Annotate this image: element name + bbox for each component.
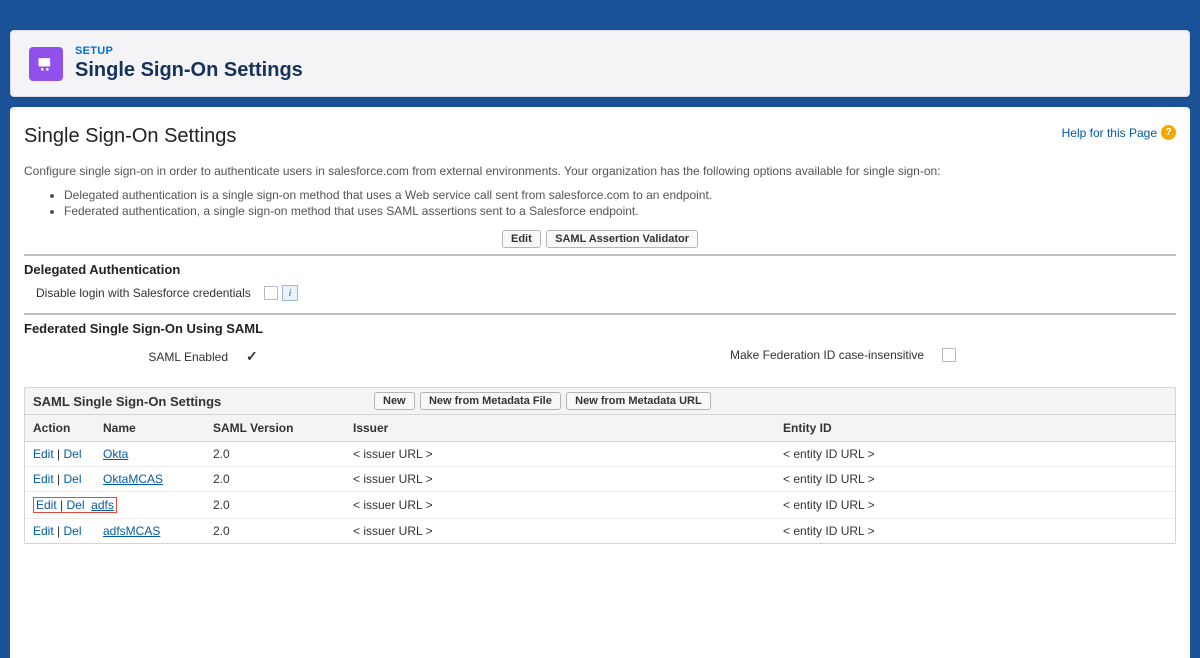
- sso-option-list: Delegated authentication is a single sig…: [64, 188, 1176, 218]
- row-version: 2.0: [205, 519, 345, 544]
- federation-id-checkbox[interactable]: [942, 348, 956, 362]
- new-button[interactable]: New: [374, 392, 415, 410]
- row-version: 2.0: [205, 492, 345, 519]
- page-title: Single Sign-On Settings: [24, 125, 236, 148]
- help-icon: ?: [1161, 125, 1176, 140]
- info-icon[interactable]: i: [282, 285, 298, 301]
- row-edit-link[interactable]: Edit: [33, 447, 54, 461]
- page-description: Configure single sign-on in order to aut…: [24, 164, 1176, 178]
- saml-settings-table: Action Name SAML Version Issuer Entity I…: [25, 414, 1175, 543]
- app-frame: SETUP Single Sign-On Settings Single Sig…: [0, 0, 1200, 658]
- federation-id-label: Make Federation ID case-insensitive: [730, 348, 924, 362]
- row-del-link[interactable]: Del: [63, 472, 81, 486]
- table-row: Edit | DelOkta2.0< issuer URL >< entity …: [25, 442, 1175, 467]
- row-issuer: < issuer URL >: [345, 467, 775, 492]
- col-name: Name: [95, 415, 205, 442]
- saml-settings-title: SAML Single Sign-On Settings: [33, 394, 373, 409]
- edit-button[interactable]: Edit: [502, 230, 541, 248]
- disable-login-label: Disable login with Salesforce credential…: [24, 286, 264, 300]
- row-version: 2.0: [205, 467, 345, 492]
- row-entity: < entity ID URL >: [775, 442, 1175, 467]
- saml-validator-button[interactable]: SAML Assertion Validator: [546, 230, 698, 248]
- table-row: Edit | DeladfsMCAS2.0< issuer URL >< ent…: [25, 519, 1175, 544]
- row-issuer: < issuer URL >: [345, 519, 775, 544]
- col-entity: Entity ID: [775, 415, 1175, 442]
- row-version: 2.0: [205, 442, 345, 467]
- col-issuer: Issuer: [345, 415, 775, 442]
- highlight-box: Edit | Del adfs: [33, 497, 117, 513]
- content-panel: Single Sign-On Settings Help for this Pa…: [10, 107, 1190, 658]
- section-delegated-title: Delegated Authentication: [24, 262, 1176, 277]
- row-name-link[interactable]: OktaMCAS: [103, 472, 163, 486]
- row-edit-link[interactable]: Edit: [33, 472, 54, 486]
- row-edit-link[interactable]: Edit: [36, 498, 57, 512]
- row-edit-link[interactable]: Edit: [33, 524, 54, 538]
- disable-login-checkbox[interactable]: [264, 286, 278, 300]
- setup-icon: [29, 47, 63, 81]
- row-name-link[interactable]: Okta: [103, 447, 128, 461]
- divider: [24, 313, 1176, 315]
- top-button-row: Edit SAML Assertion Validator: [24, 230, 1176, 248]
- page-header-text: SETUP Single Sign-On Settings: [75, 45, 303, 82]
- row-del-link[interactable]: Del: [63, 447, 81, 461]
- saml-enabled-label: SAML Enabled: [24, 350, 244, 364]
- row-name-link[interactable]: adfs: [91, 498, 114, 512]
- sso-option-delegated: Delegated authentication is a single sig…: [64, 188, 1176, 202]
- table-row: Edit | Del adfs 2.0< issuer URL >< entity…: [25, 492, 1175, 519]
- row-entity: < entity ID URL >: [775, 492, 1175, 519]
- row-entity: < entity ID URL >: [775, 519, 1175, 544]
- section-federated-title: Federated Single Sign-On Using SAML: [24, 321, 1176, 336]
- row-entity: < entity ID URL >: [775, 467, 1175, 492]
- divider: [24, 254, 1176, 256]
- col-action: Action: [25, 415, 95, 442]
- help-link[interactable]: Help for this Page ?: [1062, 125, 1176, 140]
- help-link-label: Help for this Page: [1062, 126, 1157, 140]
- new-from-file-button[interactable]: New from Metadata File: [420, 392, 561, 410]
- saml-enabled-check-icon: ✓: [246, 348, 258, 365]
- row-issuer: < issuer URL >: [345, 492, 775, 519]
- page-header: SETUP Single Sign-On Settings: [10, 30, 1190, 97]
- table-row: Edit | DelOktaMCAS2.0< issuer URL >< ent…: [25, 467, 1175, 492]
- page-eyebrow: SETUP: [75, 45, 303, 57]
- row-del-link[interactable]: Del: [63, 524, 81, 538]
- row-name-link[interactable]: adfsMCAS: [103, 524, 160, 538]
- new-from-url-button[interactable]: New from Metadata URL: [566, 392, 711, 410]
- row-del-link[interactable]: Del: [66, 498, 84, 512]
- saml-settings-panel: SAML Single Sign-On Settings New New fro…: [24, 387, 1176, 544]
- col-version: SAML Version: [205, 415, 345, 442]
- row-issuer: < issuer URL >: [345, 442, 775, 467]
- sso-option-federated: Federated authentication, a single sign-…: [64, 204, 1176, 218]
- page-header-title: Single Sign-On Settings: [75, 59, 303, 82]
